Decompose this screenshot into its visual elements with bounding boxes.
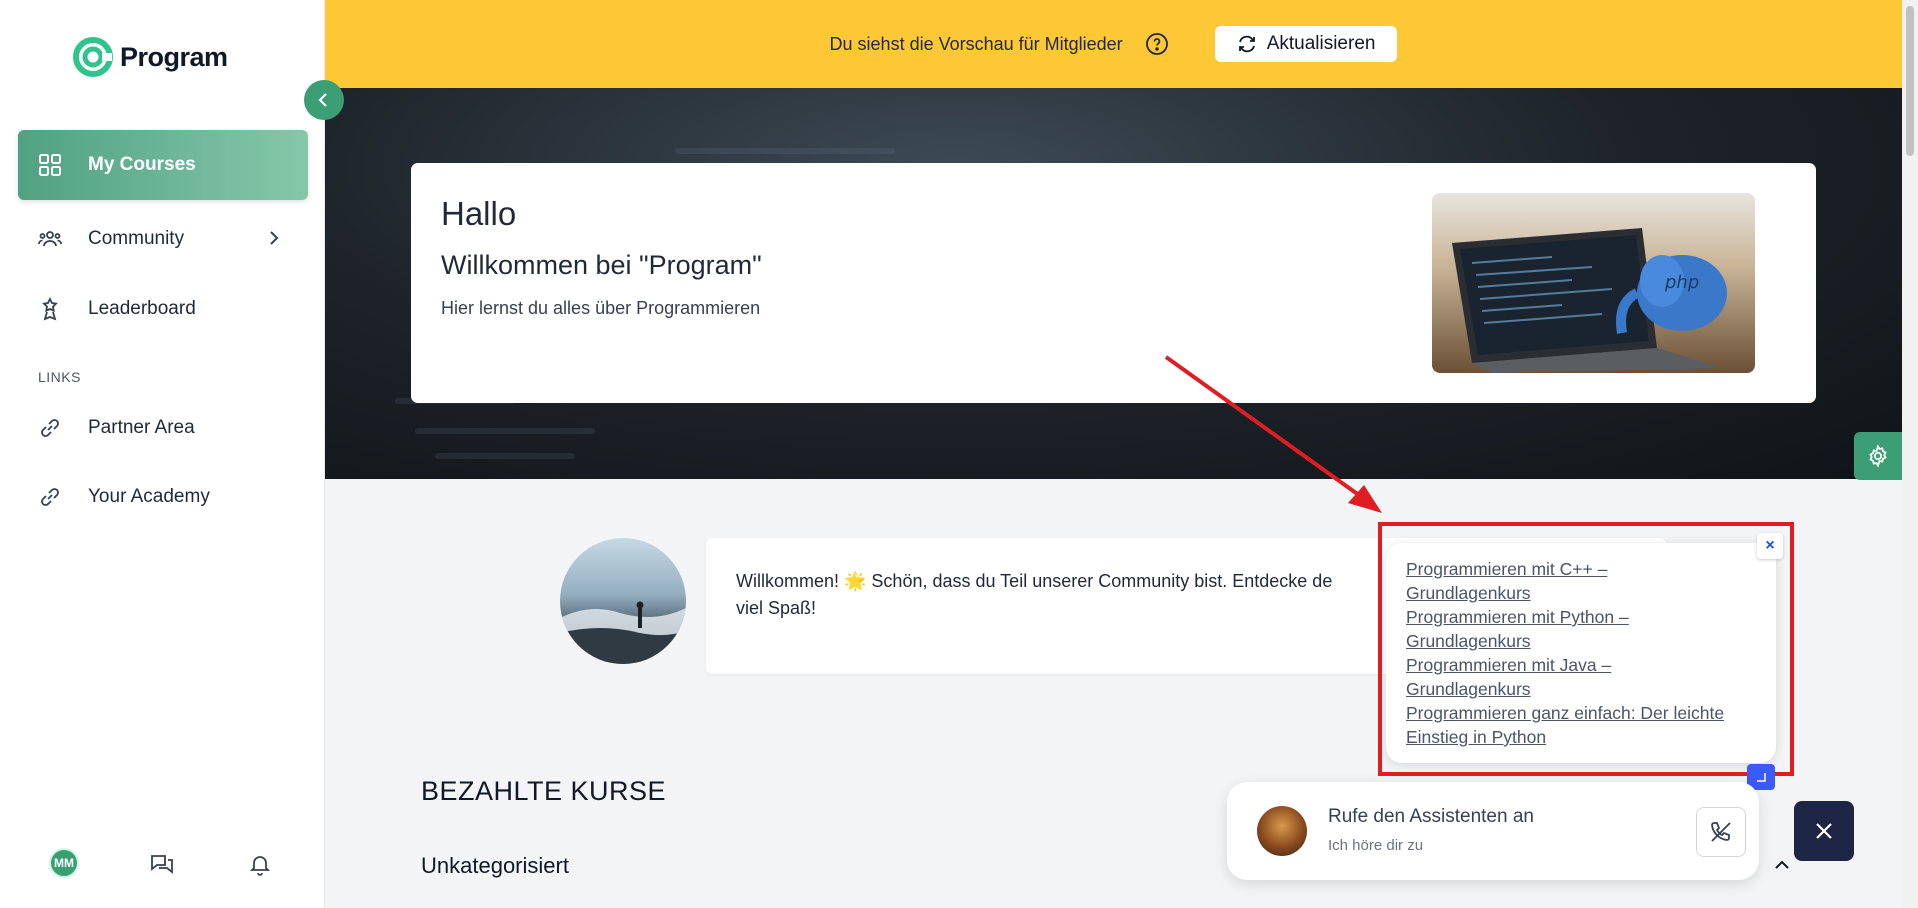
chevron-up-icon[interactable]	[1772, 855, 1792, 875]
welcome-line-1: Willkommen! 🌟 Schön, dass du Teil unsere…	[736, 571, 1333, 591]
gear-icon	[1869, 444, 1887, 468]
hero-image: php	[1432, 193, 1755, 373]
grid-icon	[38, 153, 62, 177]
paid-courses-heading: BEZAHLTE KURSE	[421, 776, 667, 806]
brand-name: Program	[120, 41, 228, 72]
course-links-popup: × Programmieren mit C++ – Grundlagenkurs…	[1386, 533, 1783, 763]
sidebar-collapse-button[interactable]	[304, 80, 344, 120]
sidebar-item-label: My Courses	[88, 154, 196, 175]
sidebar-item-label: Community	[88, 228, 185, 249]
chevron-right-icon	[270, 231, 279, 245]
help-icon[interactable]	[1145, 32, 1169, 56]
uncategorized-heading: Unkategorisiert	[421, 853, 569, 878]
links-section-label: LINKS	[38, 369, 81, 385]
svg-text:php: php	[1664, 272, 1699, 293]
assistant-title: Rufe den Assistenten an	[1328, 806, 1534, 827]
page-scrollbar[interactable]	[1902, 0, 1918, 908]
chevron-left-icon	[318, 93, 327, 107]
sidebar-item-label: Your Academy	[88, 486, 210, 507]
assistant-avatar	[1257, 806, 1307, 856]
logo-icon	[73, 37, 113, 77]
hero-description: Hier lernst du alles über Programmieren	[441, 298, 761, 318]
popup-link-list: Programmieren mit C++ – Grundlagenkurs P…	[1406, 557, 1726, 749]
sidebar-item-community[interactable]: Community	[18, 204, 308, 274]
course-link-python-easy[interactable]: Programmieren ganz einfach: Der leichte …	[1406, 701, 1726, 749]
hero-title: Hallo	[441, 195, 517, 232]
sidebar-item-label: Partner Area	[88, 417, 195, 438]
banner-text: Du siehst die Vorschau für Mitglieder	[829, 33, 1123, 54]
refresh-icon	[1238, 35, 1255, 53]
course-link-java[interactable]: Programmieren mit Java – Grundlagenkurs	[1406, 653, 1726, 701]
sidebar-item-my-courses[interactable]: My Courses	[18, 130, 308, 200]
user-avatar[interactable]: MM	[49, 848, 79, 878]
welcome-line-2: viel Spaß!	[736, 598, 817, 618]
close-icon	[1816, 823, 1832, 839]
close-chat-button[interactable]	[1794, 801, 1854, 861]
welcome-text: Willkommen! 🌟 Schön, dass du Teil unsere…	[736, 568, 1416, 622]
popup-close-button[interactable]: ×	[1757, 533, 1783, 559]
link-icon	[38, 485, 62, 509]
community-avatar	[560, 538, 686, 664]
scrollbar-thumb[interactable]	[1906, 6, 1914, 156]
hero-subtitle: Willkommen bei "Program"	[441, 250, 762, 280]
sidebar-item-partner-area[interactable]: Partner Area	[18, 393, 308, 463]
bell-icon[interactable]	[247, 851, 273, 877]
people-icon	[38, 227, 62, 251]
call-assistant-button[interactable]	[1696, 807, 1746, 857]
sidebar-item-label: Leaderboard	[88, 298, 196, 319]
sidebar: Program My Courses Community Leaderboard…	[0, 0, 325, 908]
preview-banner: Du siehst die Vorschau für Mitglieder Ak…	[325, 0, 1902, 88]
link-icon	[38, 416, 62, 440]
refresh-button[interactable]: Aktualisieren	[1214, 26, 1398, 62]
sidebar-footer: MM	[0, 848, 325, 884]
hero-card: Hallo Willkommen bei "Program" Hier lern…	[411, 163, 1816, 403]
chat-icon[interactable]	[149, 851, 175, 877]
refresh-label: Aktualisieren	[1266, 33, 1376, 54]
trophy-icon	[38, 297, 62, 321]
sidebar-item-your-academy[interactable]: Your Academy	[18, 462, 308, 532]
assistant-widget: Rufe den Assistenten an Ich höre dir zu	[1227, 782, 1759, 880]
settings-button[interactable]	[1854, 432, 1902, 480]
brand-logo[interactable]: Program	[72, 36, 228, 78]
assistant-subtitle: Ich höre dir zu	[1328, 837, 1424, 854]
course-link-python[interactable]: Programmieren mit Python – Grundlagenkur…	[1406, 605, 1726, 653]
phone-off-icon	[1711, 822, 1731, 842]
course-link-cpp[interactable]: Programmieren mit C++ – Grundlagenkurs	[1406, 557, 1726, 605]
sidebar-item-leaderboard[interactable]: Leaderboard	[18, 274, 308, 344]
